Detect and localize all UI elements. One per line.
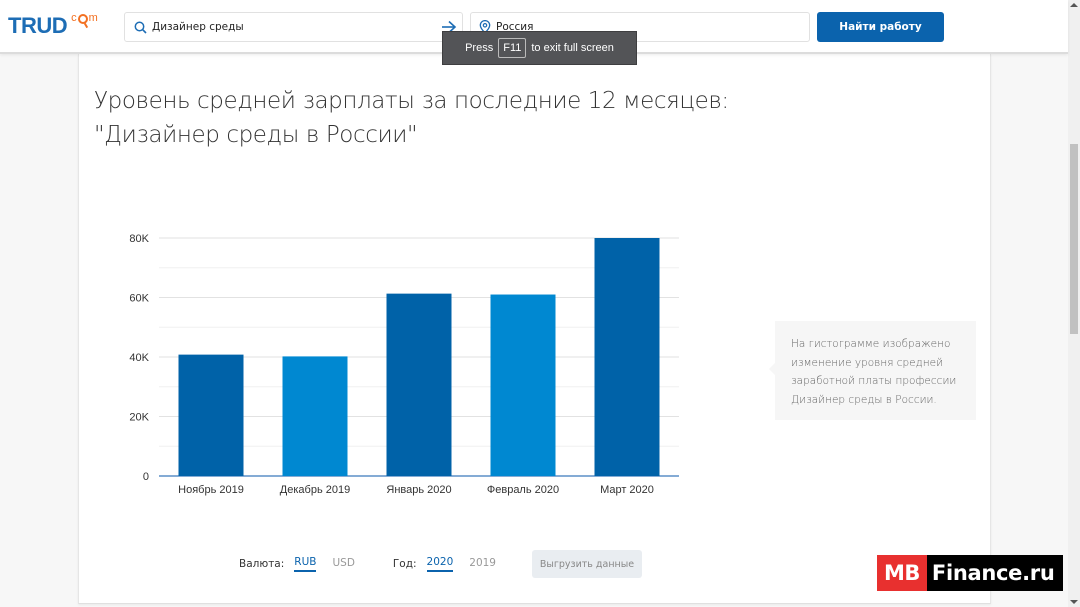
x-category-label: Февраль 2020 bbox=[487, 484, 559, 496]
y-tick-label: 40K bbox=[129, 352, 149, 364]
search-icon bbox=[128, 21, 152, 34]
bar-1 bbox=[178, 354, 244, 476]
mbfinance-watermark: MB Finance.ru bbox=[877, 555, 1063, 591]
bar-2 bbox=[282, 356, 348, 476]
year-label: Год: bbox=[392, 558, 417, 570]
magnifier-logo-icon bbox=[77, 14, 88, 24]
year-option-2019[interactable]: 2019 bbox=[469, 557, 496, 571]
x-category-label: Март 2020 bbox=[600, 484, 654, 496]
logo-text: TRUD bbox=[8, 13, 68, 38]
scroll-up-arrow-icon[interactable] bbox=[1070, 3, 1078, 7]
y-tick-label: 0 bbox=[143, 471, 149, 483]
year-option-2020[interactable]: 2020 bbox=[426, 556, 454, 572]
scrollbar-thumb[interactable] bbox=[1070, 144, 1078, 334]
find-job-button[interactable]: Найти работу bbox=[817, 12, 944, 42]
watermark-mb: MB bbox=[877, 555, 927, 591]
fullscreen-exit-toast: Press F11 to exit full screen bbox=[442, 31, 637, 65]
x-category-label: Ноябрь 2019 bbox=[178, 484, 244, 496]
bar-3 bbox=[386, 293, 452, 476]
page-scrollbar[interactable] bbox=[1068, 0, 1080, 607]
logo-com-c: c bbox=[71, 12, 77, 24]
toast-rest-text: to exit full screen bbox=[531, 42, 614, 54]
toast-press-text: Press bbox=[465, 42, 494, 54]
salary-chart-card: Уровень средней зарплаты за последние 12… bbox=[78, 54, 991, 604]
currency-option-rub[interactable]: RUB bbox=[294, 556, 317, 572]
scroll-down-arrow-icon[interactable] bbox=[1070, 600, 1078, 604]
logo-com: c m bbox=[71, 12, 98, 24]
y-tick-label: 20K bbox=[129, 412, 149, 424]
x-category-label: Декабрь 2019 bbox=[280, 484, 350, 496]
toast-key: F11 bbox=[498, 38, 527, 58]
watermark-finance: Finance.ru bbox=[926, 555, 1063, 591]
bar-5 bbox=[594, 238, 660, 476]
job-search-input[interactable] bbox=[152, 13, 436, 41]
y-tick-label: 80K bbox=[129, 233, 149, 245]
job-search-field bbox=[124, 12, 463, 42]
y-tick-label: 60K bbox=[129, 293, 149, 305]
salary-bar-chart: 0 20K 40K 60K 80K Ноябрь 2019 Декабрь 2019 Янва… bbox=[129, 233, 679, 496]
chart-controls: Валюта: RUB USD Год: 2020 2019 Выгрузить… bbox=[239, 550, 642, 578]
trud-logo[interactable]: TRUD c m bbox=[8, 12, 98, 40]
export-data-button[interactable]: Выгрузить данные bbox=[532, 550, 642, 578]
logo-com-m: m bbox=[88, 12, 98, 24]
chart-description-tooltip: На гистограмме изображено изменение уров… bbox=[769, 321, 976, 420]
currency-label: Валюта: bbox=[239, 558, 285, 570]
bar-4 bbox=[490, 294, 556, 476]
currency-option-usd[interactable]: USD bbox=[332, 557, 354, 571]
x-category-label: Январь 2020 bbox=[386, 484, 451, 496]
chart-description-text: На гистограмме изображено изменение уров… bbox=[791, 338, 957, 406]
